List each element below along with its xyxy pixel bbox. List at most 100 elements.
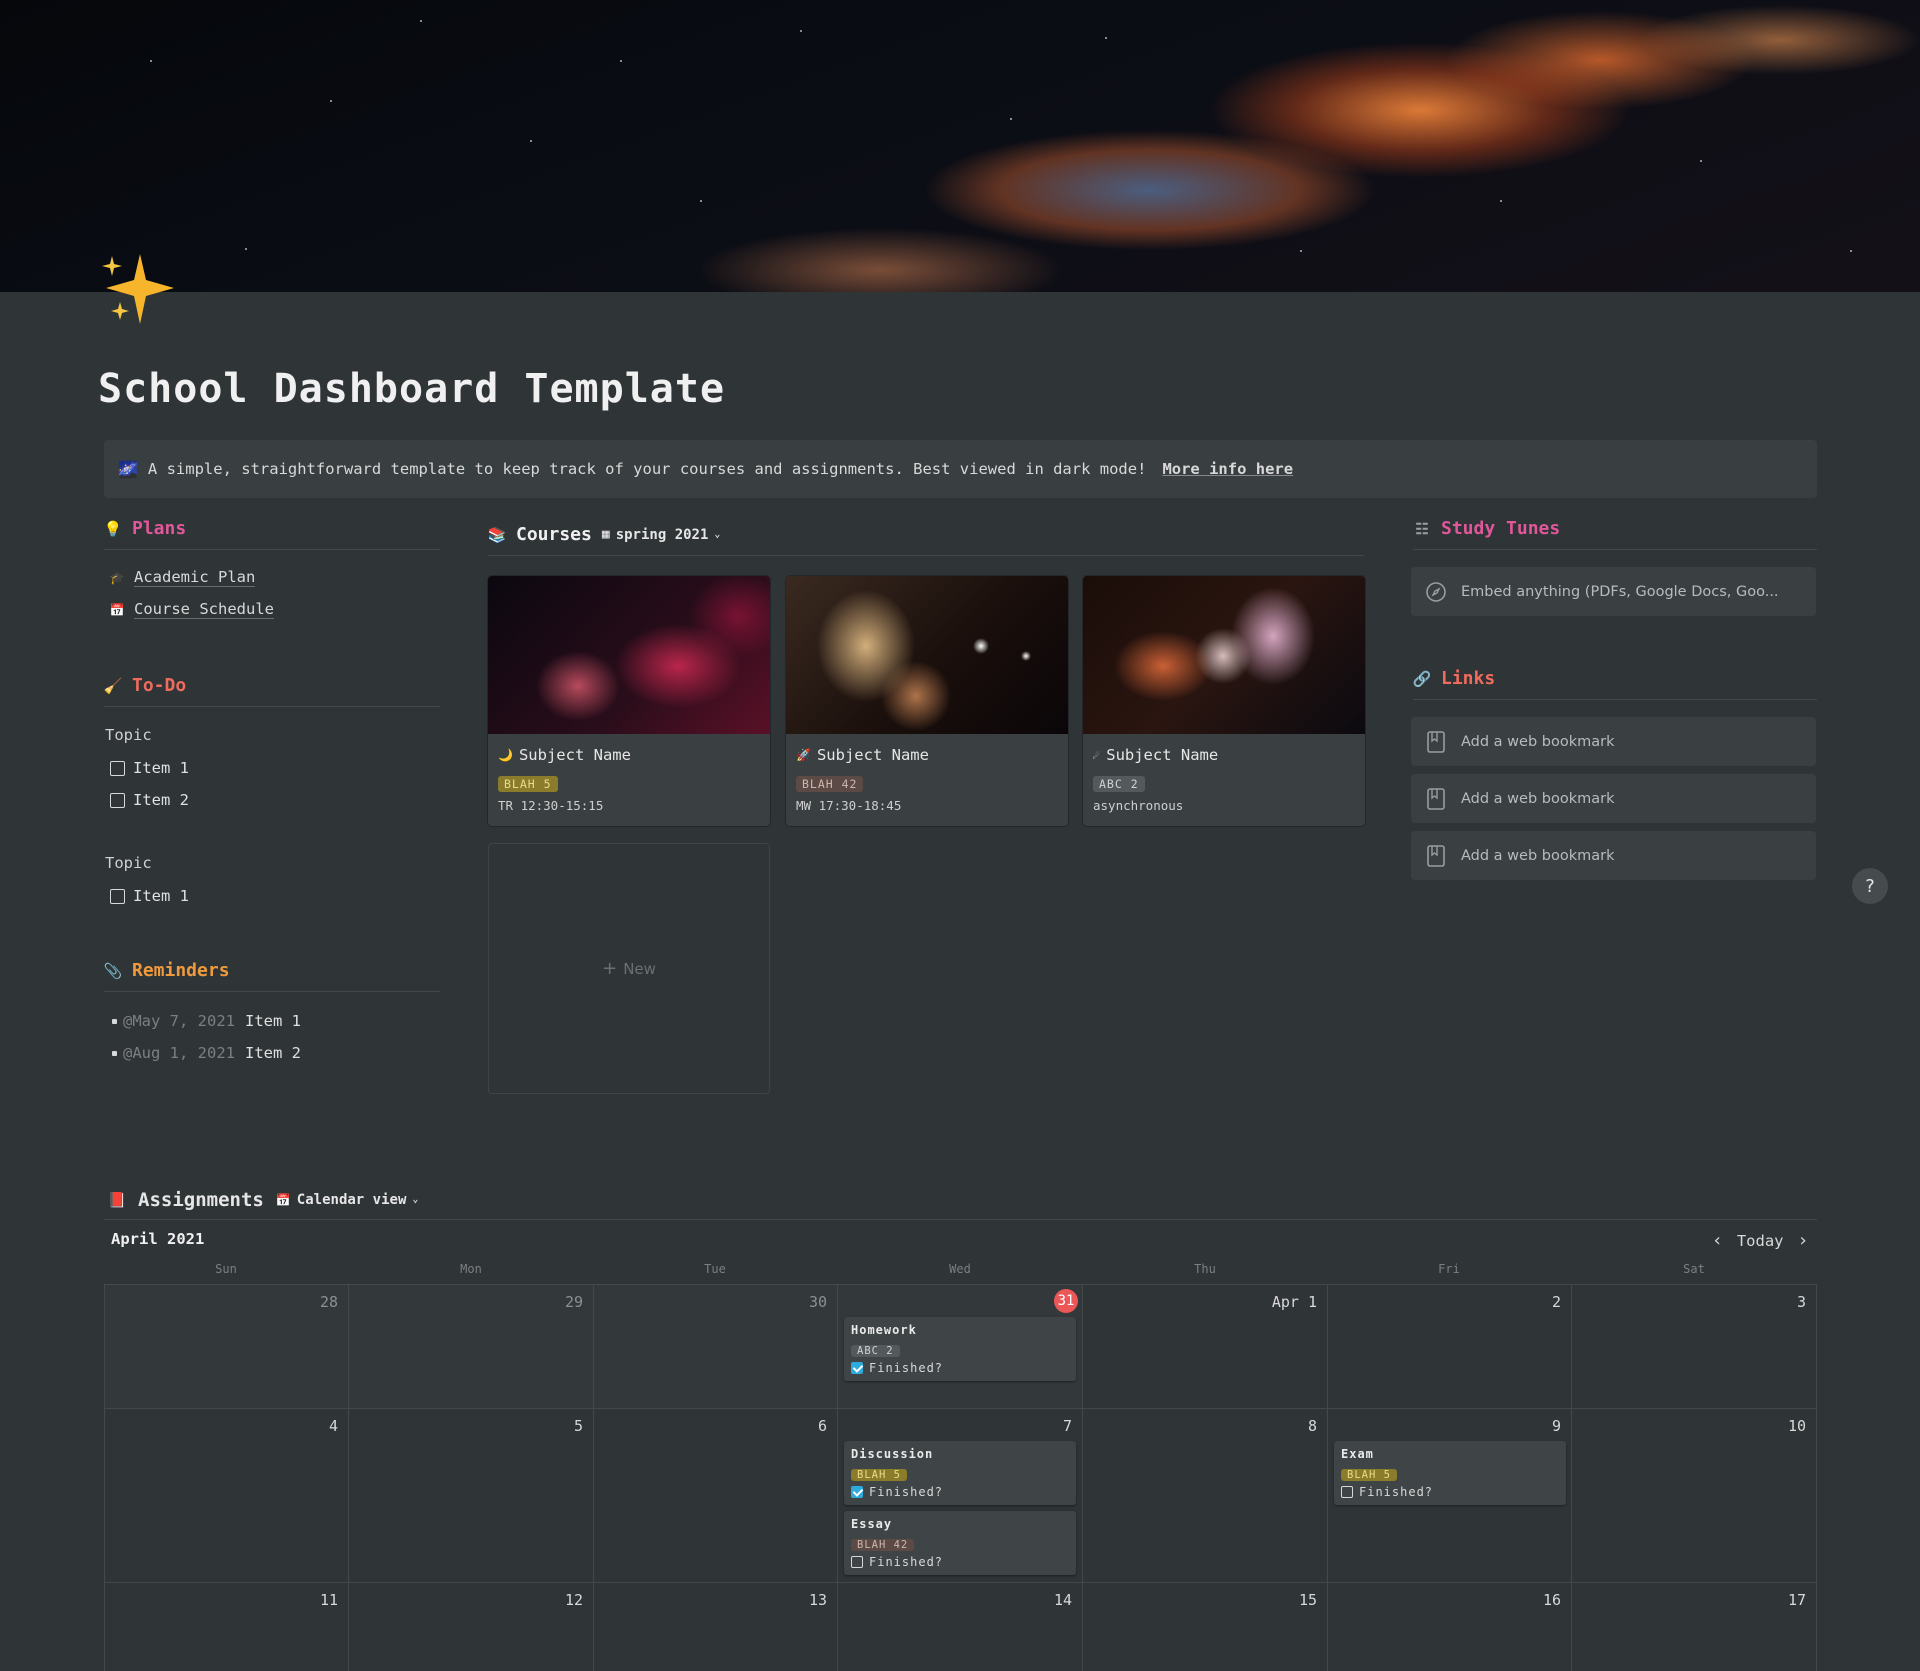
finished-checkbox[interactable] xyxy=(1341,1486,1353,1498)
calendar-day[interactable]: 28 xyxy=(104,1285,349,1409)
assignment-card[interactable]: Homework ABC 2 Finished? xyxy=(844,1317,1076,1381)
weekday-label: Sat xyxy=(1683,1262,1705,1276)
finished-checkbox[interactable] xyxy=(851,1362,863,1374)
web-bookmark[interactable]: Add a web bookmark xyxy=(1411,774,1816,823)
notebook-icon: 📕 xyxy=(107,1190,127,1209)
calendar-day[interactable]: 14 xyxy=(838,1583,1083,1671)
course-cover-image xyxy=(1083,576,1365,734)
calendar-day[interactable]: 30 xyxy=(594,1285,838,1409)
chevron-down-icon: ⌄ xyxy=(714,529,721,540)
reminders-heading: 📎 Reminders xyxy=(104,960,440,992)
todo-item[interactable]: Item 1 xyxy=(110,759,189,777)
calendar-day[interactable]: 8 xyxy=(1083,1409,1328,1583)
calendar-day[interactable]: 10 xyxy=(1572,1409,1817,1583)
course-name: ☄ Subject Name xyxy=(1093,746,1219,764)
weekday-label: Thu xyxy=(1194,1262,1216,1276)
chevron-down-icon: ⌄ xyxy=(412,1194,419,1205)
today-button[interactable]: Today xyxy=(1737,1232,1784,1250)
graduation-cap-icon: 🎓 xyxy=(109,570,125,585)
calendar-day[interactable]: 31 Homework ABC 2 Finished? xyxy=(838,1285,1083,1409)
course-name: 🚀 Subject Name xyxy=(796,746,929,764)
calendar-month: April 2021 xyxy=(111,1230,205,1248)
today-date-badge: 31 xyxy=(1054,1289,1078,1313)
calendar-icon: 📅 xyxy=(109,602,125,617)
calendar-day[interactable]: 29 xyxy=(349,1285,594,1409)
reminder-item[interactable]: @May 7, 2021 Item 1 xyxy=(112,1012,301,1030)
calendar-day[interactable]: 12 xyxy=(349,1583,594,1671)
course-schedule-link[interactable]: 📅 Course Schedule xyxy=(108,600,274,619)
intro-callout: 🌌 A simple, straightforward template to … xyxy=(104,440,1817,498)
checkbox[interactable] xyxy=(110,888,125,904)
weekday-label: Sun xyxy=(215,1262,237,1276)
course-tag: BLAH 42 xyxy=(796,776,864,792)
assignments-heading: 📕 Assignments 📅 Calendar view ⌄ xyxy=(104,1180,1817,1220)
course-card[interactable]: ☄ Subject Name ABC 2 asynchronous xyxy=(1083,576,1365,826)
books-icon: 📚 xyxy=(487,525,507,544)
calendar-day[interactable]: 2 xyxy=(1328,1285,1572,1409)
course-name: 🌙 Subject Name xyxy=(498,746,631,764)
lightbulb-icon: 💡 xyxy=(103,519,123,538)
new-course-button[interactable]: + New xyxy=(488,843,770,1094)
checkbox[interactable] xyxy=(110,760,125,776)
todo-heading: 🧹 To-Do xyxy=(104,675,440,707)
bullet xyxy=(112,1050,117,1056)
rocket-icon: 🚀 xyxy=(796,748,811,762)
calendar-day[interactable]: 17 xyxy=(1572,1583,1817,1671)
weekday-label: Tue xyxy=(704,1262,726,1276)
calendar-day[interactable]: 16 xyxy=(1328,1583,1572,1671)
web-bookmark[interactable]: Add a web bookmark xyxy=(1411,717,1816,766)
table-icon: ▦ xyxy=(601,527,610,542)
assignment-card[interactable]: Discussion BLAH 5 Finished? xyxy=(844,1441,1076,1505)
calendar-day[interactable]: 5 xyxy=(349,1409,594,1583)
todo-item[interactable]: Item 1 xyxy=(110,887,189,905)
course-tag: BLAH 5 xyxy=(851,1469,907,1481)
calendar-day[interactable]: 9 Exam BLAH 5 Finished? xyxy=(1328,1409,1572,1583)
plus-icon: + xyxy=(602,958,618,979)
calendar-day[interactable]: 11 xyxy=(104,1583,349,1671)
course-card[interactable]: 🚀 Subject Name BLAH 42 MW 17:30-18:45 xyxy=(786,576,1068,826)
sparkles-icon[interactable] xyxy=(100,252,178,330)
embed-block[interactable]: Embed anything (PDFs, Google Docs, Goo..… xyxy=(1411,567,1816,616)
calendar-grid: 28 29 30 31 Homework ABC 2 Finished? Apr… xyxy=(104,1284,1817,1671)
chevron-right-icon[interactable]: › xyxy=(1798,1230,1809,1251)
course-card[interactable]: 🌙 Subject Name BLAH 5 TR 12:30-15:15 xyxy=(488,576,770,826)
calendar-day[interactable]: 3 xyxy=(1572,1285,1817,1409)
course-tag: ABC 2 xyxy=(851,1345,900,1357)
compass-icon xyxy=(1426,581,1446,602)
finished-checkbox[interactable] xyxy=(851,1486,863,1498)
todo-item[interactable]: Item 2 xyxy=(110,791,189,809)
calendar-day[interactable]: Apr 1 xyxy=(1083,1285,1328,1409)
course-tag: BLAH 5 xyxy=(498,776,558,792)
assignment-card[interactable]: Essay BLAH 42 Finished? xyxy=(844,1511,1076,1575)
help-button[interactable]: ? xyxy=(1852,868,1888,904)
academic-plan-link[interactable]: 🎓 Academic Plan xyxy=(108,568,256,587)
course-tag: BLAH 42 xyxy=(851,1539,915,1551)
calendar-day[interactable]: 6 xyxy=(594,1409,838,1583)
weekday-label: Mon xyxy=(460,1262,482,1276)
finished-checkbox[interactable] xyxy=(851,1556,863,1568)
courses-view-switcher[interactable]: ▦ spring 2021 ⌄ xyxy=(602,527,721,543)
reminder-item[interactable]: @Aug 1, 2021 Item 2 xyxy=(112,1044,301,1062)
calendar-day[interactable]: 13 xyxy=(594,1583,838,1671)
callout-text: A simple, straightforward template to ke… xyxy=(147,460,1147,478)
link-icon: 🔗 xyxy=(1412,669,1432,688)
assignments-view-switcher[interactable]: 📅 Calendar view ⌄ xyxy=(276,1192,419,1208)
calendar-day[interactable]: 15 xyxy=(1083,1583,1328,1671)
assignment-card[interactable]: Exam BLAH 5 Finished? xyxy=(1334,1441,1566,1505)
moon-icon: 🌙 xyxy=(498,748,513,762)
web-bookmark[interactable]: Add a web bookmark xyxy=(1411,831,1816,880)
cover-image xyxy=(0,0,1920,292)
checkbox[interactable] xyxy=(110,792,125,808)
comet-icon: ☄ xyxy=(1093,748,1101,762)
galaxy-icon: 🌌 xyxy=(118,459,138,479)
more-info-link[interactable]: More info here xyxy=(1162,460,1293,478)
calendar-nav: ‹ Today › xyxy=(1712,1230,1808,1251)
calendar-day[interactable]: 7 Discussion BLAH 5 Finished? Essay BLAH… xyxy=(838,1409,1083,1583)
chevron-left-icon[interactable]: ‹ xyxy=(1712,1230,1723,1251)
bookmark-icon xyxy=(1427,844,1445,867)
bookmark-icon xyxy=(1427,730,1445,753)
calendar-day[interactable]: 4 xyxy=(104,1409,349,1583)
links-heading: 🔗 Links xyxy=(1413,668,1817,700)
weekday-label: Wed xyxy=(949,1262,971,1276)
page-title[interactable]: School Dashboard Template xyxy=(98,366,725,412)
